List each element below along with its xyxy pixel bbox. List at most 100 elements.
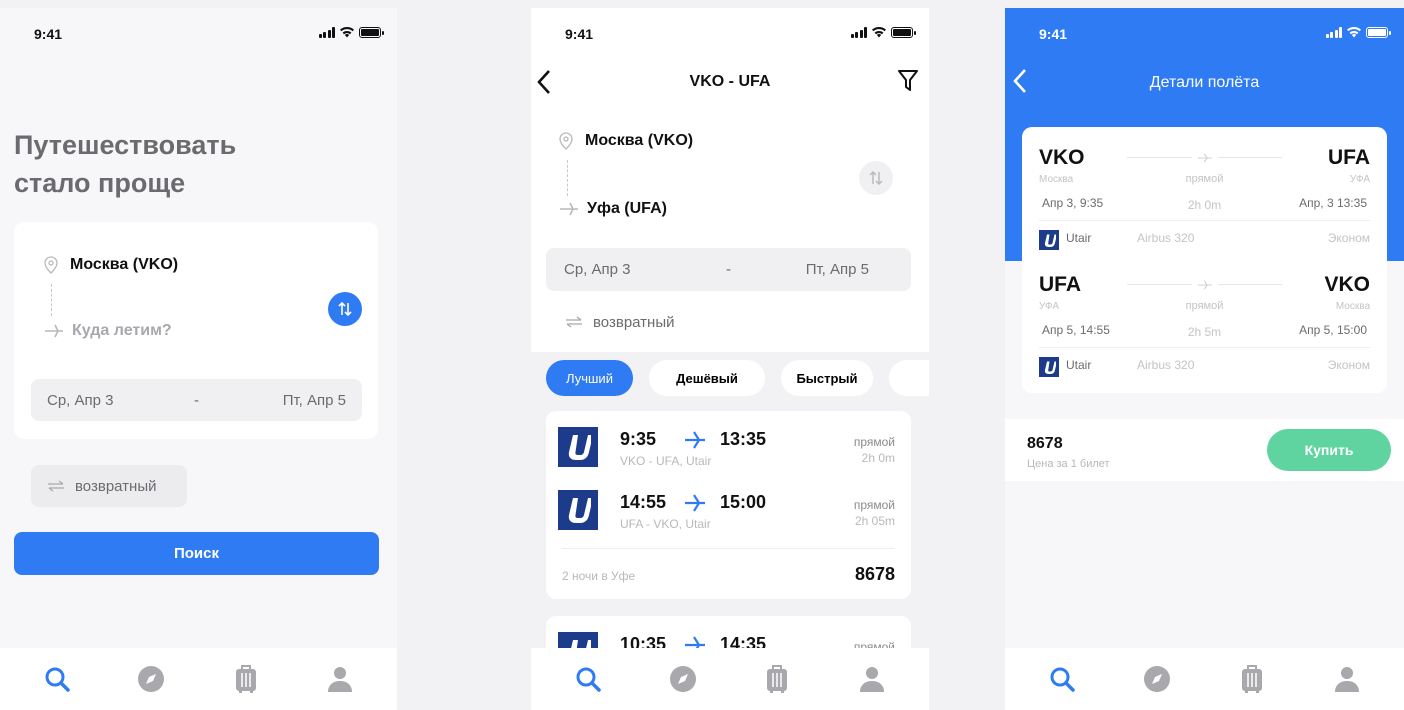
- swap-button[interactable]: [328, 292, 362, 326]
- signal-icon: [1325, 27, 1342, 38]
- page-title: Детали полёта: [1149, 74, 1260, 91]
- arrival-time: 15:00: [720, 492, 767, 512]
- system-icons: [318, 26, 384, 38]
- search-screen: 9:41 Путешествовать стало проще Москва (…: [0, 8, 397, 710]
- battery-icon: [1366, 27, 1391, 38]
- tab-explore[interactable]: [1135, 659, 1179, 699]
- segment-type: прямой: [853, 498, 895, 512]
- swap-button[interactable]: [859, 161, 893, 195]
- date-from: Ср, Апр 3: [564, 261, 631, 278]
- segment-route: VKO - UFA, Utair: [620, 454, 712, 468]
- divider: [1039, 220, 1370, 221]
- tab-trips[interactable]: [1230, 659, 1274, 699]
- search-button[interactable]: Поиск: [14, 532, 379, 575]
- filter-icon[interactable]: [897, 69, 919, 93]
- flight-card[interactable]: 9:35 13:35 VKO - UFA, Utair прямой 2h 0m…: [546, 411, 911, 599]
- from-field[interactable]: Москва (VKO): [559, 132, 693, 150]
- status-time: 9:41: [34, 26, 63, 42]
- tab-search[interactable]: [35, 659, 79, 699]
- sort-tab-fastest[interactable]: Быстрый: [781, 360, 873, 396]
- plane-icon: [560, 202, 578, 216]
- from-value: Москва (VKO): [70, 256, 179, 273]
- cabin-class: Эконом: [1327, 231, 1370, 245]
- aircraft-type: Airbus 320: [1137, 358, 1195, 372]
- signal-icon: [318, 27, 335, 38]
- plane-icon: [1191, 150, 1218, 166]
- signal-icon: [850, 27, 867, 38]
- flight-leg: UFA VKO УФА Москва прямой Апр 5, 14:55 2…: [1039, 273, 1370, 383]
- to-field[interactable]: Куда летим?: [44, 322, 172, 340]
- flight-leg: VKO UFA Москва УФА прямой Апр 3, 9:35 2h…: [1039, 146, 1370, 256]
- luggage-icon: [767, 665, 788, 693]
- wifi-icon: [340, 27, 354, 38]
- nav-bar: VKO - UFA: [531, 63, 929, 103]
- utair-logo: [1039, 230, 1059, 250]
- hero-line-1: Путешествовать: [14, 130, 237, 160]
- system-icons: [850, 26, 916, 38]
- flight-card-footer: 2 ночи в Уфе 8678: [562, 548, 895, 598]
- ticket-price: 8678: [1027, 435, 1063, 452]
- to-value: Уфа (UFA): [587, 200, 667, 217]
- tab-explore[interactable]: [661, 659, 705, 699]
- date-from: Ср, Апр 3: [47, 391, 114, 409]
- flight-segment: 14:55 15:00 UFA - VKO, Utair прямой 2h 0…: [558, 490, 895, 534]
- sort-tab-cheapest[interactable]: Дешёвый: [649, 360, 765, 396]
- tab-search[interactable]: [1040, 659, 1084, 699]
- purchase-bar: 8678 Цена за 1 билет Купить: [1005, 419, 1404, 481]
- tab-profile[interactable]: [850, 659, 894, 699]
- direct-label: прямой: [1185, 173, 1224, 185]
- user-icon: [859, 667, 884, 692]
- status-bar: 9:41: [1005, 8, 1404, 58]
- luggage-icon: [1241, 665, 1262, 693]
- sort-tab-best[interactable]: Лучший: [546, 360, 633, 396]
- departure-time: 14:55: [620, 492, 667, 512]
- tab-search[interactable]: [566, 659, 610, 699]
- tab-trips[interactable]: [755, 659, 799, 699]
- tab-explore[interactable]: [129, 659, 173, 699]
- to-placeholder: Куда летим?: [72, 322, 172, 339]
- date-to: Пт, Апр 5: [282, 391, 346, 409]
- user-icon: [1334, 667, 1359, 692]
- search-icon: [576, 667, 601, 692]
- date-separator: -: [726, 261, 731, 278]
- return-toggle[interactable]: возвратный: [31, 465, 187, 507]
- status-time: 9:41: [565, 26, 594, 42]
- date-range-field[interactable]: Ср, Апр 3 - Пт, Апр 5: [546, 248, 911, 291]
- tab-trips[interactable]: [224, 659, 268, 699]
- from-value: Москва (VKO): [585, 132, 694, 149]
- nights-label: 2 ночи в Уфе: [562, 569, 636, 583]
- return-label: возвратный: [593, 313, 675, 331]
- flight-segment: 9:35 13:35 VKO - UFA, Utair прямой 2h 0m: [558, 427, 895, 471]
- arrival-datetime: Апр 5, 15:00: [1299, 323, 1367, 337]
- arrows-icon: [566, 316, 582, 328]
- tab-profile[interactable]: [318, 659, 362, 699]
- airline-name: Utair: [1066, 358, 1092, 372]
- date-separator: -: [194, 391, 199, 409]
- segment-duration: 2h 05m: [854, 514, 895, 528]
- from-code: VKO: [1039, 146, 1085, 169]
- sort-tab-more[interactable]: [889, 360, 929, 396]
- date-range-field[interactable]: Ср, Апр 3 - Пт, Апр 5: [31, 379, 362, 421]
- date-to: Пт, Апр 5: [805, 261, 869, 278]
- arrival-time: 13:35: [720, 429, 767, 449]
- flight-price: 8678: [854, 564, 895, 584]
- tab-profile[interactable]: [1325, 659, 1369, 699]
- utair-logo: [558, 427, 598, 467]
- compass-icon: [1144, 666, 1171, 692]
- location-pin-icon: [559, 132, 573, 150]
- buy-button[interactable]: Купить: [1267, 429, 1391, 471]
- search-card: Москва (VKO) Куда летим? Ср, Апр 3 - Пт,…: [14, 222, 378, 439]
- return-toggle[interactable]: возвратный: [565, 310, 675, 334]
- from-code: UFA: [1039, 273, 1081, 296]
- search-icon: [1050, 667, 1076, 692]
- to-code: VKO: [1324, 273, 1370, 296]
- from-field[interactable]: Москва (VKO): [44, 256, 178, 274]
- plane-icon: [685, 494, 705, 512]
- hero-title: Путешествовать стало проще: [14, 126, 236, 202]
- departure-time: 9:35: [620, 429, 657, 449]
- swap-icon: [338, 301, 352, 317]
- page-title: VKO - UFA: [689, 73, 771, 90]
- price-note: Цена за 1 билет: [1027, 458, 1110, 470]
- to-field[interactable]: Уфа (UFA): [559, 200, 667, 218]
- segment-duration: 2h 0m: [861, 451, 895, 465]
